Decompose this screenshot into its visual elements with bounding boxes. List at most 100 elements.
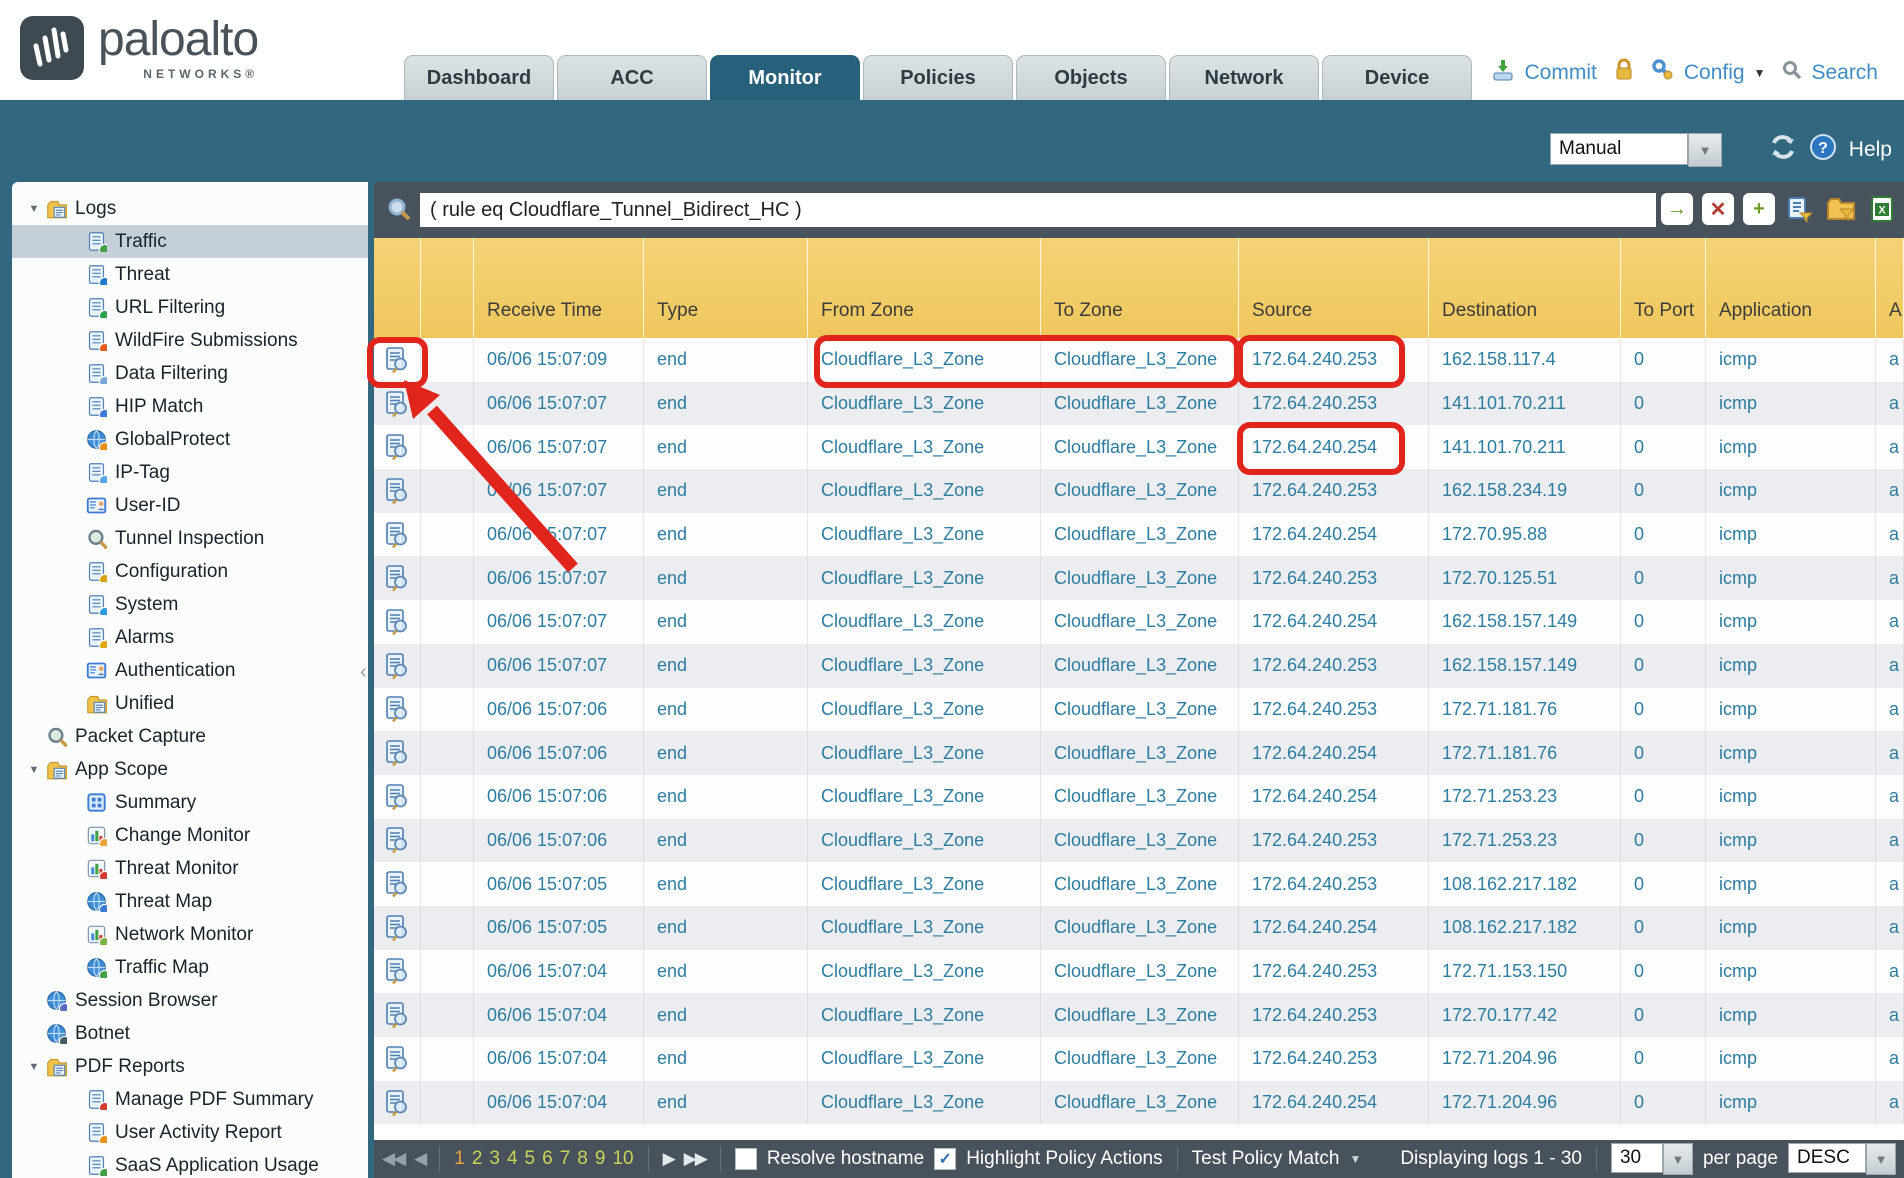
- cell-action[interactable]: a: [1876, 993, 1904, 1037]
- cell-receive_time[interactable]: 06/06 15:07:06: [474, 775, 644, 819]
- column-header-detail[interactable]: [374, 238, 421, 338]
- tree-expander-icon[interactable]: ▼: [22, 764, 46, 776]
- cell-action[interactable]: a: [1876, 819, 1904, 863]
- table-row[interactable]: 06/06 15:07:09endCloudflare_L3_ZoneCloud…: [374, 338, 1904, 382]
- first-page-icon[interactable]: ◀◀: [382, 1149, 404, 1169]
- cell-to_port[interactable]: 0: [1621, 600, 1706, 644]
- cell-application[interactable]: icmp: [1706, 819, 1876, 863]
- cell-receive_time[interactable]: 06/06 15:07:07: [474, 425, 644, 469]
- cell-receive_time[interactable]: 06/06 15:07:06: [474, 731, 644, 775]
- cell-type[interactable]: end: [644, 688, 808, 732]
- table-row[interactable]: 06/06 15:07:05endCloudflare_L3_ZoneCloud…: [374, 862, 1904, 906]
- cell-application[interactable]: icmp: [1706, 644, 1876, 688]
- resolve-hostname-checkbox[interactable]: [735, 1148, 757, 1170]
- table-row[interactable]: 06/06 15:07:07endCloudflare_L3_ZoneCloud…: [374, 469, 1904, 513]
- cell-type[interactable]: end: [644, 469, 808, 513]
- table-row[interactable]: 06/06 15:07:05endCloudflare_L3_ZoneCloud…: [374, 906, 1904, 950]
- cell-application[interactable]: icmp: [1706, 731, 1876, 775]
- cell-action[interactable]: a: [1876, 556, 1904, 600]
- cell-from_zone[interactable]: Cloudflare_L3_Zone: [808, 469, 1041, 513]
- cell-application[interactable]: icmp: [1706, 906, 1876, 950]
- tab-policies[interactable]: Policies: [863, 55, 1013, 100]
- column-header-from_zone[interactable]: From Zone: [808, 238, 1041, 338]
- log-detail-button[interactable]: [374, 819, 421, 863]
- tab-network[interactable]: Network: [1169, 55, 1319, 100]
- cell-type[interactable]: end: [644, 513, 808, 557]
- cell-from_zone[interactable]: Cloudflare_L3_Zone: [808, 425, 1041, 469]
- cell-type[interactable]: end: [644, 819, 808, 863]
- cell-application[interactable]: icmp: [1706, 513, 1876, 557]
- cell-action[interactable]: a: [1876, 688, 1904, 732]
- sort-dropdown-arrow-icon[interactable]: ▼: [1866, 1143, 1896, 1175]
- cell-to_zone[interactable]: Cloudflare_L3_Zone: [1041, 819, 1239, 863]
- last-page-icon[interactable]: ▶▶: [684, 1149, 706, 1169]
- cell-to_zone[interactable]: Cloudflare_L3_Zone: [1041, 950, 1239, 994]
- test-policy-match-button[interactable]: Test Policy Match: [1192, 1148, 1340, 1170]
- config-button[interactable]: Config: [1684, 61, 1745, 85]
- cell-receive_time[interactable]: 06/06 15:07:05: [474, 862, 644, 906]
- sidebar-item-data-filtering[interactable]: Data Filtering: [12, 357, 368, 390]
- cell-receive_time[interactable]: 06/06 15:07:07: [474, 600, 644, 644]
- export-csv-icon[interactable]: X: [1866, 193, 1898, 225]
- cell-application[interactable]: icmp: [1706, 993, 1876, 1037]
- cell-source[interactable]: 172.64.240.253: [1239, 338, 1429, 382]
- cell-source[interactable]: 172.64.240.253: [1239, 819, 1429, 863]
- cell-receive_time[interactable]: 06/06 15:07:06: [474, 688, 644, 732]
- cell-destination[interactable]: 108.162.217.182: [1429, 906, 1621, 950]
- cell-destination[interactable]: 141.101.70.211: [1429, 382, 1621, 426]
- cell-receive_time[interactable]: 06/06 15:07:04: [474, 1037, 644, 1081]
- cell-type[interactable]: end: [644, 993, 808, 1037]
- log-detail-button[interactable]: [374, 775, 421, 819]
- cell-to_port[interactable]: 0: [1621, 469, 1706, 513]
- cell-to_zone[interactable]: Cloudflare_L3_Zone: [1041, 556, 1239, 600]
- page-number-7[interactable]: 7: [560, 1148, 571, 1170]
- cell-to_port[interactable]: 0: [1621, 644, 1706, 688]
- saved-filters-folder-icon[interactable]: [1825, 193, 1857, 225]
- sidebar-item-packet-capture[interactable]: Packet Capture: [12, 720, 368, 753]
- sidebar-item-alarms[interactable]: Alarms: [12, 621, 368, 654]
- cell-receive_time[interactable]: 06/06 15:07:04: [474, 993, 644, 1037]
- per-page-select[interactable]: 30 ▼: [1611, 1143, 1693, 1175]
- cell-to_port[interactable]: 0: [1621, 819, 1706, 863]
- per-page-dropdown-arrow-icon[interactable]: ▼: [1663, 1143, 1693, 1175]
- log-detail-button[interactable]: [374, 513, 421, 557]
- cell-action[interactable]: a: [1876, 338, 1904, 382]
- help-label[interactable]: Help: [1849, 138, 1892, 162]
- cell-from_zone[interactable]: Cloudflare_L3_Zone: [808, 731, 1041, 775]
- tab-objects[interactable]: Objects: [1016, 55, 1166, 100]
- cell-destination[interactable]: 172.71.181.76: [1429, 731, 1621, 775]
- sidebar-item-configuration[interactable]: Configuration: [12, 555, 368, 588]
- cell-from_zone[interactable]: Cloudflare_L3_Zone: [808, 556, 1041, 600]
- table-row[interactable]: 06/06 15:07:07endCloudflare_L3_ZoneCloud…: [374, 513, 1904, 557]
- cell-source[interactable]: 172.64.240.253: [1239, 382, 1429, 426]
- cell-destination[interactable]: 172.70.177.42: [1429, 993, 1621, 1037]
- column-header-receive_time[interactable]: Receive Time: [474, 238, 644, 338]
- table-row[interactable]: 06/06 15:07:07endCloudflare_L3_ZoneCloud…: [374, 425, 1904, 469]
- test-policy-caret-icon[interactable]: ▼: [1349, 1152, 1361, 1166]
- cell-action[interactable]: a: [1876, 950, 1904, 994]
- cell-source[interactable]: 172.64.240.253: [1239, 556, 1429, 600]
- cell-type[interactable]: end: [644, 1081, 808, 1125]
- cell-type[interactable]: end: [644, 425, 808, 469]
- cell-destination[interactable]: 141.101.70.211: [1429, 425, 1621, 469]
- log-detail-button[interactable]: [374, 600, 421, 644]
- cell-type[interactable]: end: [644, 338, 808, 382]
- cell-receive_time[interactable]: 06/06 15:07:09: [474, 338, 644, 382]
- cell-type[interactable]: end: [644, 731, 808, 775]
- sidebar-item-user-id[interactable]: User-ID: [12, 489, 368, 522]
- column-header-destination[interactable]: Destination: [1429, 238, 1621, 338]
- tab-acc[interactable]: ACC: [557, 55, 707, 100]
- commit-button[interactable]: Commit: [1525, 61, 1597, 85]
- cell-to_zone[interactable]: Cloudflare_L3_Zone: [1041, 338, 1239, 382]
- cell-to_port[interactable]: 0: [1621, 338, 1706, 382]
- sidebar-item-globalprotect[interactable]: GlobalProtect: [12, 423, 368, 456]
- cell-destination[interactable]: 162.158.157.149: [1429, 600, 1621, 644]
- cell-application[interactable]: icmp: [1706, 600, 1876, 644]
- column-header-source[interactable]: Source: [1239, 238, 1429, 338]
- cell-to_zone[interactable]: Cloudflare_L3_Zone: [1041, 644, 1239, 688]
- sort-order-select[interactable]: DESC ▼: [1788, 1143, 1896, 1175]
- table-row[interactable]: 06/06 15:07:06endCloudflare_L3_ZoneCloud…: [374, 688, 1904, 732]
- table-row[interactable]: 06/06 15:07:04endCloudflare_L3_ZoneCloud…: [374, 1081, 1904, 1125]
- cell-destination[interactable]: 172.71.253.23: [1429, 775, 1621, 819]
- table-row[interactable]: 06/06 15:07:07endCloudflare_L3_ZoneCloud…: [374, 556, 1904, 600]
